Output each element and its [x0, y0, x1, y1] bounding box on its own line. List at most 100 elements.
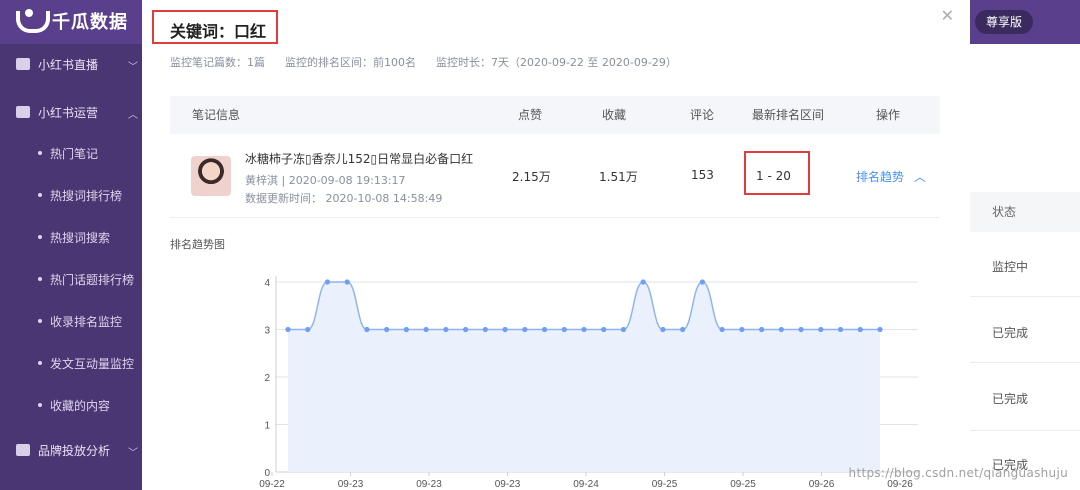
sidebar-item-interaction-monitor[interactable]: 发文互动量监控: [0, 342, 142, 384]
chevron-up-icon: ︿: [128, 110, 138, 121]
note-cover-thumbnail[interactable]: [191, 156, 231, 196]
data-point: [423, 326, 429, 333]
x-tick-label: 09-23: [338, 479, 364, 490]
data-point: [482, 326, 488, 333]
series-line: [288, 281, 880, 331]
data-point: [818, 326, 824, 333]
table-header: 笔记信息 点赞 收藏 评论 最新排名区间 操作: [170, 96, 940, 134]
x-tick-label: 09-26: [809, 479, 835, 490]
data-point: [561, 326, 567, 333]
chart-icon: [16, 444, 30, 456]
table-row: 冰糖柿子冻▯香奈儿152▯日常显白必备口红 黄梓淇 | 2020-09-08 1…: [170, 136, 940, 218]
sidebar: 小红书直播 ﹀ 小红书运营 ︿ 热门笔记 热搜词排行榜 热搜词搜索 热门话题排行…: [0, 44, 142, 490]
x-tick-label: 09-22: [259, 479, 285, 490]
sidebar-item-rank-monitor[interactable]: 收录排名监控: [0, 300, 142, 342]
bullet-icon: [38, 235, 42, 239]
column-header-note: 笔记信息: [192, 108, 241, 122]
sidebar-group-operation[interactable]: 小红书运营 ︿: [0, 92, 142, 132]
y-tick-label: 0: [264, 468, 270, 479]
sidebar-item-hot-topic-rank[interactable]: 热门话题排行榜: [0, 258, 142, 300]
sidebar-group-label: 小红书直播: [38, 57, 99, 72]
data-point: [778, 326, 784, 333]
rank-trend-toggle[interactable]: 排名趋势 ︿: [856, 168, 926, 185]
data-point: [877, 326, 883, 333]
chevron-down-icon: ﹀: [128, 448, 138, 459]
sidebar-item-favorites[interactable]: 收藏的内容: [0, 384, 142, 426]
note-author-time: 黄梓淇 | 2020-09-08 19:13:17: [245, 174, 406, 187]
data-point: [798, 326, 804, 333]
sidebar-group-live[interactable]: 小红书直播 ﹀: [0, 44, 142, 84]
row-divider: [970, 430, 1080, 431]
data-point: [719, 326, 725, 333]
data-point: [522, 326, 528, 333]
status-cell: 已完成: [992, 326, 1029, 340]
data-point: [384, 326, 390, 333]
data-point: [344, 279, 350, 285]
data-point: [601, 326, 607, 333]
chevron-up-icon: ︿: [913, 170, 926, 184]
sidebar-group-label: 品牌投放分析: [38, 443, 111, 458]
bullet-icon: [38, 361, 42, 365]
column-header-action: 操作: [876, 108, 901, 122]
data-point: [699, 279, 705, 285]
logo-icon: [14, 9, 50, 33]
x-tick-label: 09-24: [573, 479, 599, 490]
data-point: [443, 326, 449, 333]
sidebar-item-hot-search-rank[interactable]: 热搜词排行榜: [0, 174, 142, 216]
data-point: [759, 326, 765, 333]
sidebar-item-label: 收藏的内容: [50, 398, 111, 413]
vip-badge[interactable]: 尊享版: [975, 10, 1033, 34]
comments-value: 153: [691, 168, 714, 182]
data-point: [364, 326, 370, 333]
column-header-latest-rank: 最新排名区间: [752, 108, 825, 122]
sidebar-item-label: 热搜词搜索: [50, 230, 111, 245]
data-point: [305, 326, 311, 333]
background-status-column: 状态 监控中 已完成 已完成 已完成: [970, 44, 1080, 490]
sidebar-group-brand[interactable]: 品牌投放分析 ﹀: [0, 430, 142, 470]
bullet-icon: [38, 193, 42, 197]
sidebar-item-label: 热搜词排行榜: [50, 188, 123, 203]
data-point: [403, 326, 409, 333]
data-point: [285, 326, 291, 333]
y-tick-label: 4: [264, 278, 270, 289]
note-update-time: 数据更新时间： 2020-10-08 14:58:49: [245, 192, 443, 205]
bullet-icon: [38, 403, 42, 407]
bullet-icon: [38, 319, 42, 323]
brand-logo[interactable]: 千瓜数据: [14, 8, 128, 34]
likes-value: 2.15万: [512, 170, 551, 184]
rank-trend-modal: ✕ 关键词：口红 监控笔记篇数：1篇 监控的排名区间：前100名 监控时长：7天…: [142, 0, 970, 490]
sidebar-item-hot-notes[interactable]: 热门笔记: [0, 132, 142, 174]
data-point: [837, 326, 844, 333]
data-point: [581, 326, 587, 333]
data-point: [680, 326, 686, 333]
column-header-favorites: 收藏: [602, 108, 627, 122]
watermark: https://blog.csdn.net/qianguashuju: [848, 466, 1068, 480]
status-cell: 监控中: [992, 260, 1029, 274]
y-tick-label: 2: [264, 373, 270, 384]
x-tick-label: 09-23: [495, 479, 521, 490]
sidebar-group-label: 小红书运营: [38, 105, 99, 120]
status-header: 状态: [970, 192, 1080, 232]
rank-trend-chart: 0 1 2 3 4 09-22 09-23 09-23 09-23 09-24 09-25 09-25…: [259, 276, 918, 490]
monitor-meta: 监控笔记篇数：1篇 监控的排名区间：前100名 监控时长：7天（2020-09-…: [170, 54, 677, 70]
meta-note-count: 监控笔记篇数：1篇: [170, 56, 265, 69]
bullet-icon: [38, 277, 42, 281]
data-point: [857, 326, 863, 333]
y-tick-label: 1: [264, 421, 270, 432]
note-title[interactable]: 冰糖柿子冻▯香奈儿152▯日常显白必备口红: [245, 150, 485, 167]
data-point: [463, 326, 469, 333]
data-point: [324, 279, 331, 285]
sidebar-item-hot-search[interactable]: 热搜词搜索: [0, 216, 142, 258]
column-header-likes: 点赞: [518, 108, 543, 122]
sidebar-item-label: 热门话题排行榜: [50, 272, 135, 287]
sidebar-item-label: 热门笔记: [50, 146, 99, 161]
meta-duration: 监控时长：7天（2020-09-22 至 2020-09-29）: [436, 56, 677, 69]
close-icon[interactable]: ✕: [941, 6, 954, 25]
data-point: [541, 326, 548, 333]
favorites-value: 1.51万: [599, 170, 638, 184]
x-tick-label: 09-25: [652, 479, 678, 490]
meta-rank-range: 监控的排名区间：前100名: [285, 56, 416, 69]
data-point: [640, 279, 646, 285]
area-fill: [288, 282, 880, 472]
chevron-down-icon: ﹀: [128, 62, 138, 73]
